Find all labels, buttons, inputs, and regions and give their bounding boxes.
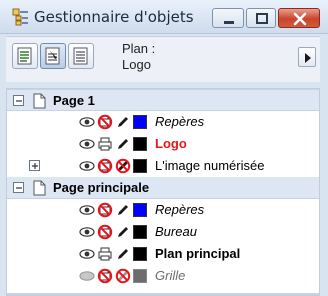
close-button[interactable] <box>278 8 320 28</box>
visibility-eye-icon[interactable] <box>79 202 95 218</box>
layer-name: Plan principal <box>155 246 241 261</box>
layer-color-swatch[interactable] <box>133 247 147 261</box>
visibility-eye-icon[interactable] <box>79 114 95 130</box>
visibility-eye-icon[interactable] <box>79 224 95 240</box>
maximize-button[interactable] <box>246 8 276 28</box>
layer-color-swatch[interactable] <box>133 203 147 217</box>
object-properties-icon <box>17 47 32 65</box>
expand-icon[interactable] <box>29 160 40 171</box>
layer-name: Repères <box>155 202 205 217</box>
visibility-eye-icon[interactable] <box>79 158 95 174</box>
minimize-icon <box>224 21 234 24</box>
layer-manager-view-button[interactable] <box>68 43 94 69</box>
close-icon <box>293 12 307 26</box>
maximize-icon <box>256 13 268 24</box>
pencil-icon[interactable] <box>115 136 131 152</box>
no-print-icon[interactable] <box>97 114 113 130</box>
visibility-eye-icon[interactable] <box>79 136 95 152</box>
layer-row[interactable]: Grille <box>7 265 319 287</box>
layer-row[interactable]: Logo <box>7 133 319 155</box>
flyout-menu-button[interactable] <box>298 47 316 67</box>
layer-manager-icon <box>73 47 88 65</box>
flyout-arrow-icon <box>305 53 311 63</box>
layer-row[interactable]: Plan principal <box>7 243 319 265</box>
visibility-eye-icon[interactable] <box>79 246 95 262</box>
pencil-icon[interactable] <box>115 224 131 240</box>
layer-name: Logo <box>155 136 187 151</box>
edit-across-layers-button[interactable] <box>40 43 66 69</box>
no-print-icon[interactable] <box>97 268 113 284</box>
current-layer-label: Plan : <box>122 41 156 56</box>
layer-name: L'image numérisée <box>155 158 265 173</box>
printer-icon[interactable] <box>97 246 113 262</box>
edit-across-layers-icon <box>45 47 60 65</box>
page-name: Page 1 <box>53 93 95 108</box>
printer-icon[interactable] <box>97 136 113 152</box>
show-object-properties-button[interactable] <box>12 43 38 69</box>
current-layer-value: Logo <box>122 57 151 72</box>
pencil-icon[interactable] <box>115 202 131 218</box>
layer-name: Repères <box>155 114 205 129</box>
layer-color-swatch[interactable] <box>133 137 147 151</box>
locked-pencil-icon[interactable] <box>115 268 131 284</box>
layer-row[interactable]: Repères <box>7 111 319 133</box>
object-manager-toolbar: Plan : Logo <box>6 36 320 82</box>
page-icon <box>33 93 46 109</box>
layer-color-swatch[interactable] <box>133 225 147 239</box>
window-title: Gestionnaire d'objets <box>34 8 194 26</box>
hidden-eye-icon[interactable] <box>79 268 95 284</box>
locked-pencil-icon[interactable] <box>115 158 131 174</box>
layer-color-swatch[interactable] <box>133 159 147 173</box>
object-manager-window: Gestionnaire d'objets Plan: Logo Page 1… <box>0 0 328 296</box>
page-icon <box>33 180 46 196</box>
page-name: Page principale <box>53 180 150 195</box>
pencil-icon[interactable] <box>115 246 131 262</box>
title-bar[interactable]: Gestionnaire d'objets <box>0 0 328 34</box>
layer-name: Grille <box>155 268 186 283</box>
pencil-icon[interactable] <box>115 114 131 130</box>
layer-color-swatch[interactable] <box>133 115 147 129</box>
minimize-button[interactable] <box>212 8 244 28</box>
layer-row[interactable]: Repères <box>7 199 319 221</box>
layer-name: Bureau <box>155 224 197 239</box>
object-tree: Page 1 Repères Logo L'image numérisée Page p… <box>6 88 320 296</box>
page-row[interactable]: Page principale <box>7 177 319 199</box>
page-row[interactable]: Page 1 <box>7 89 319 111</box>
collapse-icon[interactable] <box>13 182 24 193</box>
no-print-icon[interactable] <box>97 224 113 240</box>
layer-row[interactable]: L'image numérisée <box>7 155 319 177</box>
object-manager-icon <box>12 8 30 26</box>
collapse-icon[interactable] <box>13 95 24 106</box>
no-print-icon[interactable] <box>97 158 113 174</box>
no-print-icon[interactable] <box>97 202 113 218</box>
layer-row[interactable]: Bureau <box>7 221 319 243</box>
layer-color-swatch[interactable] <box>133 269 147 283</box>
